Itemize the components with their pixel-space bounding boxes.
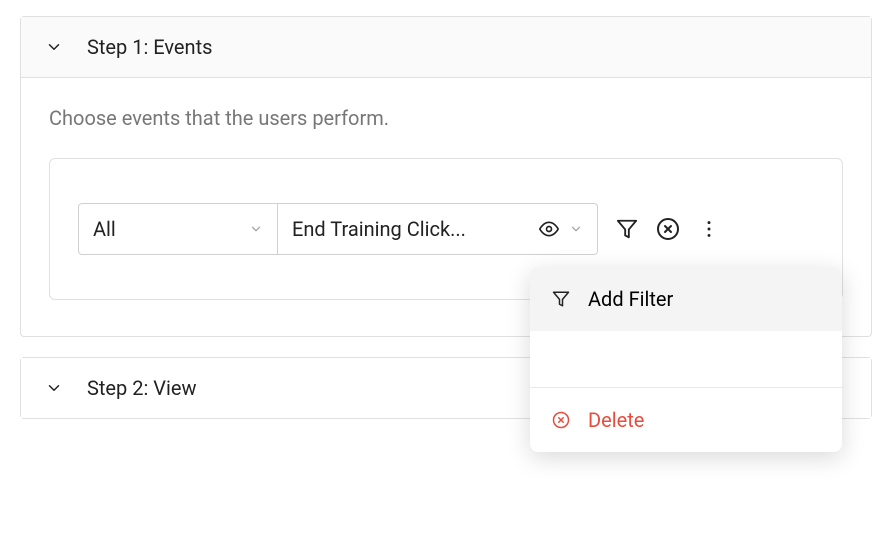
filter-select[interactable]: All	[78, 203, 278, 255]
dropdown-menu: Add Filter Delete	[530, 267, 842, 452]
eye-icon	[539, 219, 559, 239]
filter-icon	[552, 290, 570, 308]
event-select[interactable]: End Training Click...	[278, 203, 598, 255]
chevron-down-icon	[249, 222, 263, 236]
menu-add-filter-label: Add Filter	[588, 287, 673, 311]
step1-title: Step 1: Events	[87, 35, 212, 59]
filter-select-label: All	[93, 217, 116, 241]
chevron-down-icon	[45, 38, 63, 56]
event-row: All End Training Click...	[78, 203, 814, 255]
menu-delete[interactable]: Delete	[530, 388, 842, 452]
close-button[interactable]	[656, 217, 680, 241]
menu-delete-label: Delete	[588, 408, 644, 432]
filter-button[interactable]	[616, 218, 638, 240]
step1-body: Choose events that the users perform. Al…	[21, 78, 871, 336]
chevron-down-icon	[569, 222, 583, 236]
step1-description: Choose events that the users perform.	[49, 106, 843, 130]
more-options-button[interactable]	[698, 218, 720, 240]
event-select-label: End Training Click...	[292, 217, 466, 241]
action-icons	[616, 217, 720, 241]
close-icon	[552, 411, 570, 429]
step1-section: Step 1: Events Choose events that the us…	[20, 16, 872, 337]
menu-spacer	[530, 331, 842, 387]
menu-add-filter[interactable]: Add Filter	[530, 267, 842, 331]
step2-title: Step 2: View	[87, 376, 197, 400]
step1-header[interactable]: Step 1: Events	[21, 17, 871, 78]
chevron-down-icon	[45, 379, 63, 397]
event-box: All End Training Click...	[49, 158, 843, 300]
